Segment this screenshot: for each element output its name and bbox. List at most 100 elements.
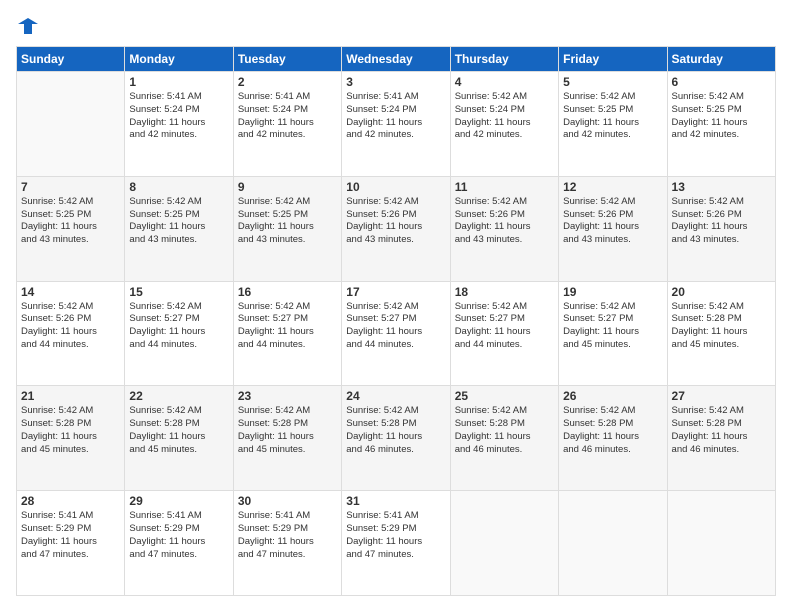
day-info: Sunrise: 5:42 AM Sunset: 5:25 PM Dayligh…: [238, 196, 337, 247]
calendar-cell: 20 Sunrise: 5:42 AM Sunset: 5:28 PM Dayli…: [667, 281, 775, 386]
day-number: 21: [21, 389, 120, 403]
weekday-header-friday: Friday: [559, 47, 667, 72]
day-info: Sunrise: 5:42 AM Sunset: 5:26 PM Dayligh…: [21, 301, 120, 352]
day-number: 28: [21, 494, 120, 508]
day-info: Sunrise: 5:41 AM Sunset: 5:24 PM Dayligh…: [238, 91, 337, 142]
calendar-cell: 16Sunrise: 5:42 AM Sunset: 5:27 PM Dayli…: [233, 281, 341, 386]
day-info: Sunrise: 5:42 AM Sunset: 5:25 PM Dayligh…: [129, 196, 228, 247]
day-info: Sunrise: 5:42 AM Sunset: 5:28 PM Dayligh…: [238, 405, 337, 456]
calendar-cell: 31 Sunrise: 5:41 AM Sunset: 5:29 PM Dayli…: [342, 491, 450, 596]
day-info: Sunrise: 5:42 AM Sunset: 5:27 PM Dayligh…: [129, 301, 228, 352]
day-info: Sunrise: 5:42 AM Sunset: 5:26 PM Dayligh…: [563, 196, 662, 247]
calendar-cell: 10Sunrise: 5:42 AM Sunset: 5:26 PM Dayli…: [342, 176, 450, 281]
day-info: Sunrise: 5:42 AM Sunset: 5:27 PM Dayligh…: [346, 301, 445, 352]
day-number: 26: [563, 389, 662, 403]
day-info: Sunrise: 5:41 AM Sunset: 5:29 PM Dayligh…: [346, 510, 445, 561]
day-number: 31: [346, 494, 445, 508]
weekday-header-tuesday: Tuesday: [233, 47, 341, 72]
day-info: Sunrise: 5:42 AM Sunset: 5:25 PM Dayligh…: [563, 91, 662, 142]
day-number: 12: [563, 180, 662, 194]
day-number: 2: [238, 75, 337, 89]
week-row-3: 14 Sunrise: 5:42 AM Sunset: 5:26 PM Dayli…: [17, 281, 776, 386]
calendar-cell: 24Sunrise: 5:42 AM Sunset: 5:28 PM Dayli…: [342, 386, 450, 491]
day-info: Sunrise: 5:42 AM Sunset: 5:28 PM Dayligh…: [672, 301, 771, 352]
day-info: Sunrise: 5:41 AM Sunset: 5:29 PM Dayligh…: [21, 510, 120, 561]
calendar-cell: 30 Sunrise: 5:41 AM Sunset: 5:29 PM Dayli…: [233, 491, 341, 596]
logo-text: [16, 16, 38, 36]
day-number: 10: [346, 180, 445, 194]
day-info: Sunrise: 5:42 AM Sunset: 5:28 PM Dayligh…: [672, 405, 771, 456]
day-number: 3: [346, 75, 445, 89]
day-info: Sunrise: 5:42 AM Sunset: 5:27 PM Dayligh…: [563, 301, 662, 352]
day-number: 30: [238, 494, 337, 508]
calendar-cell: 22Sunrise: 5:42 AM Sunset: 5:28 PM Dayli…: [125, 386, 233, 491]
logo-bird-icon: [18, 16, 38, 36]
week-row-2: 7 Sunrise: 5:42 AM Sunset: 5:25 PM Daylig…: [17, 176, 776, 281]
calendar-cell: 15Sunrise: 5:42 AM Sunset: 5:27 PM Dayli…: [125, 281, 233, 386]
day-number: 1: [129, 75, 228, 89]
day-number: 18: [455, 285, 554, 299]
calendar-cell: 14 Sunrise: 5:42 AM Sunset: 5:26 PM Dayli…: [17, 281, 125, 386]
calendar-cell: 8 Sunrise: 5:42 AM Sunset: 5:25 PM Daylig…: [125, 176, 233, 281]
weekday-header-sunday: Sunday: [17, 47, 125, 72]
day-number: 29: [129, 494, 228, 508]
calendar-cell: 19 Sunrise: 5:42 AM Sunset: 5:27 PM Dayli…: [559, 281, 667, 386]
week-row-5: 28 Sunrise: 5:41 AM Sunset: 5:29 PM Dayli…: [17, 491, 776, 596]
week-row-1: 1 Sunrise: 5:41 AM Sunset: 5:24 PM Daylig…: [17, 72, 776, 177]
day-number: 6: [672, 75, 771, 89]
day-number: 14: [21, 285, 120, 299]
calendar-cell: 23 Sunrise: 5:42 AM Sunset: 5:28 PM Dayli…: [233, 386, 341, 491]
day-info: Sunrise: 5:42 AM Sunset: 5:25 PM Dayligh…: [21, 196, 120, 247]
calendar-cell: 21 Sunrise: 5:42 AM Sunset: 5:28 PM Dayli…: [17, 386, 125, 491]
day-number: 11: [455, 180, 554, 194]
calendar-cell: 29 Sunrise: 5:41 AM Sunset: 5:29 PM Dayli…: [125, 491, 233, 596]
calendar-cell: 27 Sunrise: 5:42 AM Sunset: 5:28 PM Dayli…: [667, 386, 775, 491]
day-number: 25: [455, 389, 554, 403]
day-info: Sunrise: 5:42 AM Sunset: 5:28 PM Dayligh…: [455, 405, 554, 456]
calendar-cell: [450, 491, 558, 596]
calendar-cell: 26 Sunrise: 5:42 AM Sunset: 5:28 PM Dayli…: [559, 386, 667, 491]
weekday-header-wednesday: Wednesday: [342, 47, 450, 72]
day-info: Sunrise: 5:42 AM Sunset: 5:28 PM Dayligh…: [21, 405, 120, 456]
day-info: Sunrise: 5:42 AM Sunset: 5:25 PM Dayligh…: [672, 91, 771, 142]
calendar-cell: 5 Sunrise: 5:42 AM Sunset: 5:25 PM Daylig…: [559, 72, 667, 177]
calendar-cell: 9 Sunrise: 5:42 AM Sunset: 5:25 PM Daylig…: [233, 176, 341, 281]
day-number: 7: [21, 180, 120, 194]
day-number: 20: [672, 285, 771, 299]
day-number: 4: [455, 75, 554, 89]
day-info: Sunrise: 5:42 AM Sunset: 5:27 PM Dayligh…: [455, 301, 554, 352]
week-row-4: 21 Sunrise: 5:42 AM Sunset: 5:28 PM Dayli…: [17, 386, 776, 491]
calendar-cell: 1Sunrise: 5:41 AM Sunset: 5:24 PM Daylig…: [125, 72, 233, 177]
logo: [16, 16, 38, 36]
day-info: Sunrise: 5:41 AM Sunset: 5:29 PM Dayligh…: [238, 510, 337, 561]
day-info: Sunrise: 5:42 AM Sunset: 5:28 PM Dayligh…: [563, 405, 662, 456]
weekday-header-saturday: Saturday: [667, 47, 775, 72]
calendar-cell: 13Sunrise: 5:42 AM Sunset: 5:26 PM Dayli…: [667, 176, 775, 281]
calendar-cell: 7 Sunrise: 5:42 AM Sunset: 5:25 PM Daylig…: [17, 176, 125, 281]
day-info: Sunrise: 5:42 AM Sunset: 5:27 PM Dayligh…: [238, 301, 337, 352]
day-number: 23: [238, 389, 337, 403]
weekday-header-row: SundayMondayTuesdayWednesdayThursdayFrid…: [17, 47, 776, 72]
day-info: Sunrise: 5:42 AM Sunset: 5:26 PM Dayligh…: [455, 196, 554, 247]
calendar-cell: 17 Sunrise: 5:42 AM Sunset: 5:27 PM Dayli…: [342, 281, 450, 386]
header: [16, 16, 776, 36]
day-info: Sunrise: 5:42 AM Sunset: 5:28 PM Dayligh…: [129, 405, 228, 456]
calendar-cell: 4Sunrise: 5:42 AM Sunset: 5:24 PM Daylig…: [450, 72, 558, 177]
day-number: 17: [346, 285, 445, 299]
day-number: 8: [129, 180, 228, 194]
day-number: 27: [672, 389, 771, 403]
calendar-cell: 18 Sunrise: 5:42 AM Sunset: 5:27 PM Dayli…: [450, 281, 558, 386]
calendar-cell: 3 Sunrise: 5:41 AM Sunset: 5:24 PM Daylig…: [342, 72, 450, 177]
calendar-cell: [559, 491, 667, 596]
day-number: 19: [563, 285, 662, 299]
weekday-header-monday: Monday: [125, 47, 233, 72]
page: SundayMondayTuesdayWednesdayThursdayFrid…: [0, 0, 792, 612]
day-number: 9: [238, 180, 337, 194]
day-info: Sunrise: 5:41 AM Sunset: 5:24 PM Dayligh…: [346, 91, 445, 142]
day-info: Sunrise: 5:41 AM Sunset: 5:29 PM Dayligh…: [129, 510, 228, 561]
calendar-cell: [667, 491, 775, 596]
day-info: Sunrise: 5:42 AM Sunset: 5:28 PM Dayligh…: [346, 405, 445, 456]
day-number: 5: [563, 75, 662, 89]
calendar-cell: 12 Sunrise: 5:42 AM Sunset: 5:26 PM Dayli…: [559, 176, 667, 281]
calendar-cell: [17, 72, 125, 177]
